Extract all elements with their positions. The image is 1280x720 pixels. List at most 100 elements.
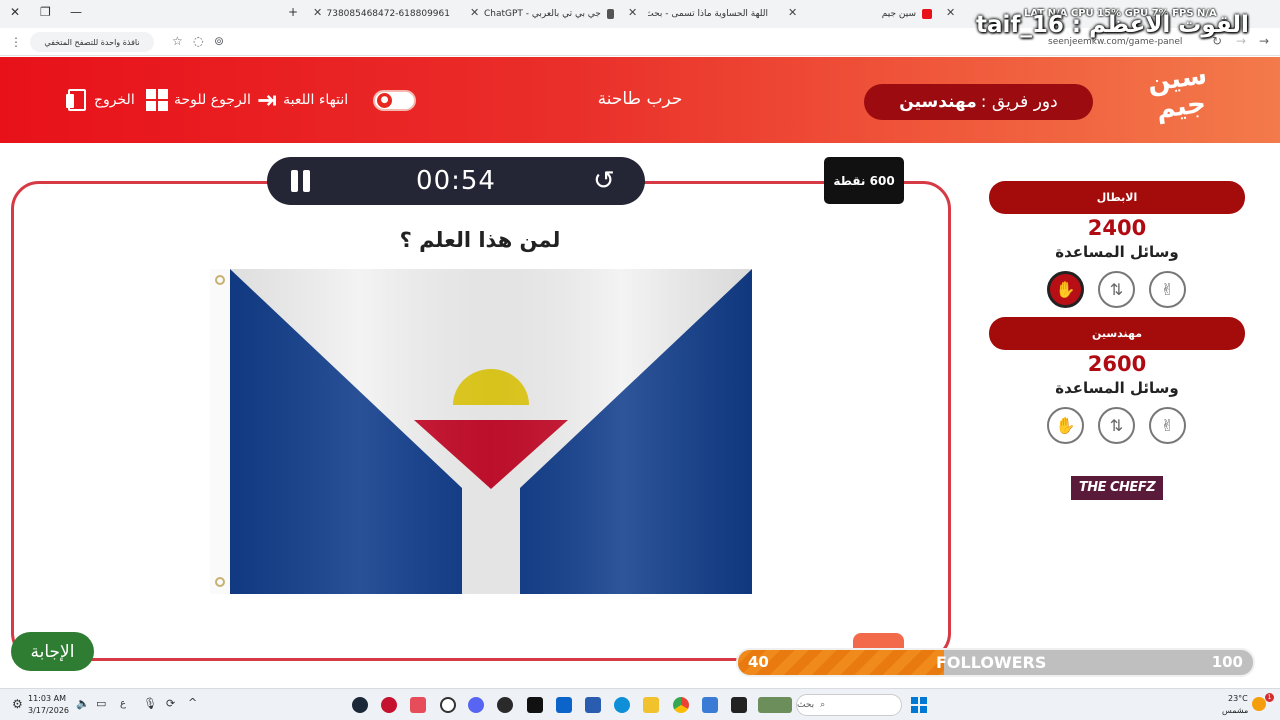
tab-title: 1738085468472-618809961.jpg: [326, 9, 450, 19]
settings-gear-icon[interactable]: ⚙: [12, 697, 23, 711]
store-icon[interactable]: [585, 697, 601, 713]
widgets-icon[interactable]: [758, 697, 792, 713]
tab-close-icon[interactable]: ✕: [313, 7, 322, 18]
menu-dots-icon[interactable]: ⋮: [10, 35, 22, 49]
bookmark-star-icon[interactable]: ☆: [172, 34, 183, 48]
door-icon: [66, 89, 86, 111]
language-indicator[interactable]: ع: [120, 698, 126, 709]
close-window-icon[interactable]: ✕: [10, 5, 20, 19]
obs-icon[interactable]: [440, 697, 456, 713]
tab-search[interactable]: اللهة الحساوية ماذا تسمى - بحث: [648, 4, 774, 24]
volume-icon[interactable]: 🔈: [76, 697, 90, 710]
edge-icon[interactable]: [614, 697, 630, 713]
cast-icon[interactable]: ⊚: [214, 34, 224, 48]
reset-timer-icon[interactable]: ↺: [593, 167, 615, 195]
sync-icon[interactable]: ⟳: [166, 697, 175, 710]
outlook-icon[interactable]: [556, 697, 572, 713]
timer-display: 00:54: [416, 166, 496, 196]
discord-icon[interactable]: [468, 697, 484, 713]
tab-close-icon[interactable]: ✕: [470, 7, 479, 18]
aids-label: وسائل المساعدة: [1055, 379, 1179, 397]
grid-icon: [146, 89, 168, 111]
restore-window-icon[interactable]: ❐: [40, 5, 51, 19]
search-placeholder: بحث: [797, 700, 815, 710]
points-badge: 600 نقطة: [824, 157, 904, 204]
minimize-window-icon[interactable]: —: [70, 5, 82, 19]
tab-close-icon[interactable]: ✕: [628, 7, 637, 18]
windows-taskbar: ⚙ 11:03 AM 3/17/2026 🔈 ▭ ع 🎙 ⟳ ^ ⌕ بحث 2…: [0, 688, 1280, 720]
hand-stop-icon[interactable]: ✋: [1047, 271, 1084, 308]
two-fingers-icon[interactable]: ✌: [1149, 407, 1186, 444]
eye-off-icon[interactable]: ◌: [193, 34, 203, 48]
clock-date[interactable]: 3/17/2026: [28, 706, 69, 715]
turn-indicator: دور فريق : مهندسين: [864, 84, 1093, 120]
end-game-label: انتهاء اللعبة: [283, 92, 349, 108]
game-app-icon[interactable]: [497, 697, 513, 713]
two-fingers-icon[interactable]: ✌: [1149, 271, 1186, 308]
flag-image: [210, 269, 752, 594]
swap-phone-icon[interactable]: ⇅: [1098, 271, 1135, 308]
back-to-board-label: الرجوع للوحة: [174, 92, 251, 108]
followers-goal: 100: [1211, 653, 1243, 671]
followers-current: 40: [748, 653, 769, 671]
chevron-up-icon[interactable]: ^: [188, 696, 197, 709]
answer-button[interactable]: الإجابة: [11, 632, 94, 671]
incognito-label: نافذة واحدة للتصفح المتخفي: [44, 37, 140, 47]
new-tab-icon[interactable]: +: [288, 5, 298, 19]
streamer-overlay: taif_16 : القوت الاعظم: [976, 12, 1249, 38]
file-explorer-icon[interactable]: [643, 697, 659, 713]
end-game-button[interactable]: ⇥ انتهاء اللعبة: [257, 86, 349, 114]
clock-time[interactable]: 11:03 AM: [28, 694, 66, 703]
team-score: 2600: [1087, 352, 1147, 376]
swap-phone-icon[interactable]: ⇅: [1098, 407, 1135, 444]
photos-icon[interactable]: [702, 697, 718, 713]
exit-label: الخروج: [94, 92, 135, 108]
capcut-icon[interactable]: [527, 697, 543, 713]
notification-badge[interactable]: 1: [1265, 693, 1274, 702]
team-score: 2400: [1087, 216, 1147, 240]
tab-close-icon[interactable]: ✕: [946, 7, 955, 18]
windows-start-icon[interactable]: [911, 697, 927, 713]
turn-prefix: دور فريق :: [980, 92, 1058, 112]
weather-temp[interactable]: 23°C: [1228, 694, 1248, 703]
red-app-icon[interactable]: [381, 697, 397, 713]
aids-label: وسائل المساعدة: [1055, 243, 1179, 261]
url-field[interactable]: seenjeemkw.com/game-panel: [1048, 37, 1182, 47]
tab-title: سين جيم: [881, 9, 916, 19]
sun-weather-icon: [1252, 697, 1266, 711]
chrome-icon[interactable]: [673, 697, 689, 713]
followers-progress-bar: 40 FOLLOWERS 100: [736, 648, 1255, 677]
steam-icon[interactable]: [352, 697, 368, 713]
streamlabs-icon[interactable]: [410, 697, 426, 713]
pause-icon[interactable]: [290, 170, 312, 192]
timer-bar: 00:54 ↺: [267, 157, 645, 205]
exit-button[interactable]: الخروج: [66, 89, 135, 111]
orange-tab: [853, 633, 904, 649]
search-icon: ⌕: [820, 700, 826, 710]
category-title: حرب طاحنة: [597, 89, 683, 109]
tab-seenjeem[interactable]: سين جيم: [860, 4, 932, 24]
tab-close-icon[interactable]: ✕: [788, 7, 797, 18]
arrow-to-line-icon: ⇥: [257, 86, 278, 114]
tab-chatgpt[interactable]: جي بي تي بالعربي - ChatGPT: [484, 4, 614, 24]
taskbar-search[interactable]: ⌕ بحث: [796, 694, 902, 716]
network-icon[interactable]: ▭: [96, 697, 106, 710]
terminal-icon[interactable]: [731, 697, 747, 713]
followers-progress-fill: [738, 650, 944, 675]
seenjeem-favicon-icon: [922, 9, 932, 19]
team-name-header: مهندسين: [989, 317, 1245, 350]
seenjeem-logo[interactable]: سين جيم: [1136, 60, 1225, 138]
tab-title: جي بي تي بالعربي - ChatGPT: [484, 9, 601, 19]
question-text: لمن هذا العلم ؟: [399, 228, 561, 252]
back-icon[interactable]: →: [1259, 34, 1269, 48]
tab-title: اللهة الحساوية ماذا تسمى - بحث: [648, 9, 768, 19]
microphone-icon[interactable]: 🎙: [143, 697, 157, 710]
game-header: الخروج الرجوع للوحة ⇥ انتهاء اللعبة ● حر…: [0, 57, 1280, 143]
tab-image[interactable]: 1738085468472-618809961.jpg: [326, 4, 456, 24]
weather-text[interactable]: مشمس: [1222, 706, 1248, 715]
sound-toggle[interactable]: ●: [373, 90, 416, 111]
toggle-knob-icon: ●: [377, 93, 392, 108]
incognito-badge[interactable]: نافذة واحدة للتصفح المتخفي: [30, 32, 154, 52]
back-to-board-button[interactable]: الرجوع للوحة: [146, 89, 251, 111]
hand-stop-icon[interactable]: ✋: [1047, 407, 1084, 444]
